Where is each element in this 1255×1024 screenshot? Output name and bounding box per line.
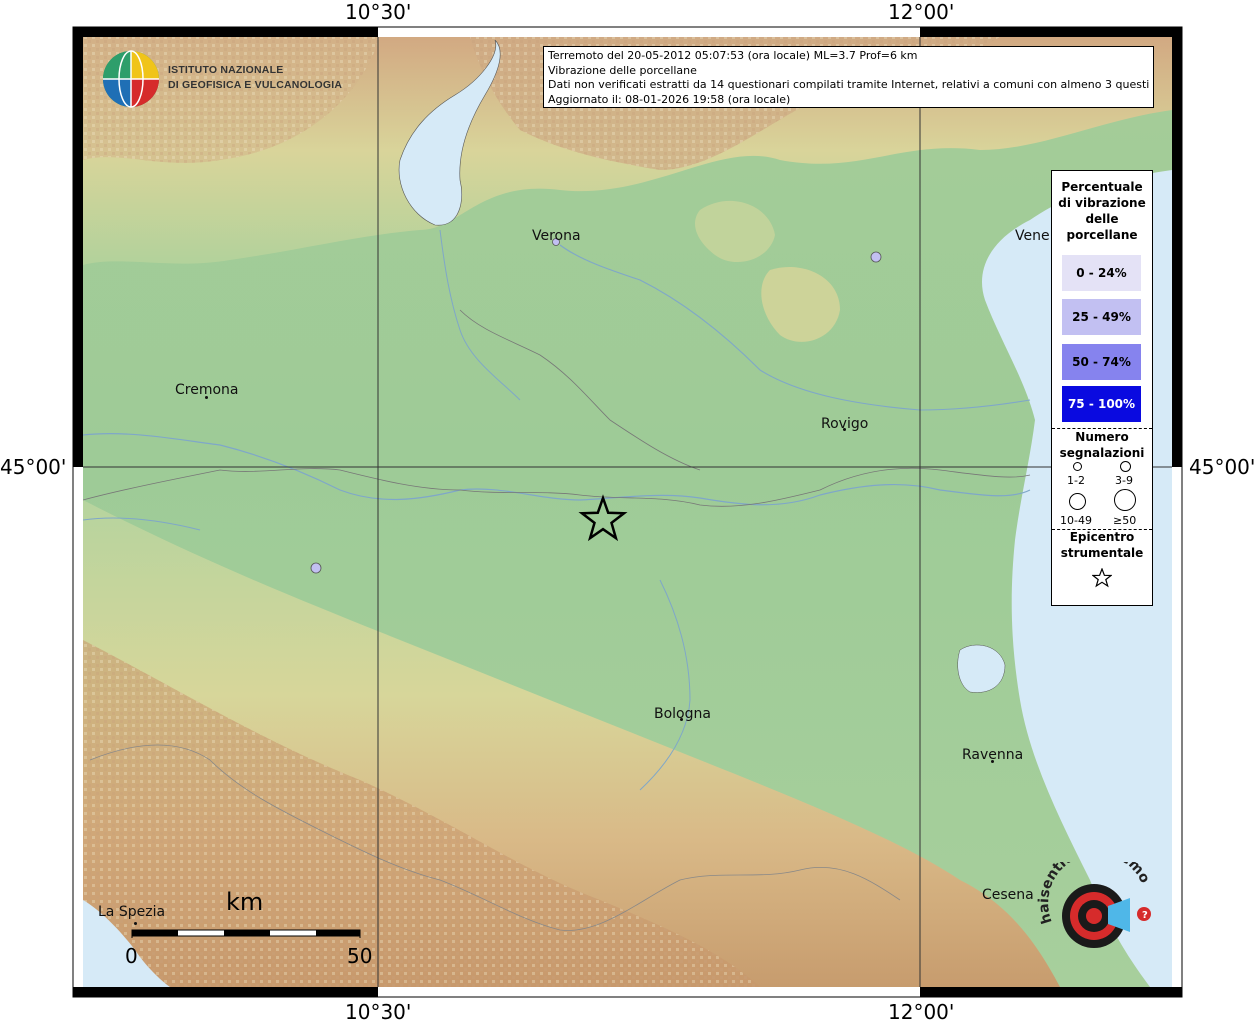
legend-epicenter-title-line: Epicentro xyxy=(1069,530,1135,544)
event-info-line: Aggiornato il: 08-01-2026 19:58 (ora loc… xyxy=(548,92,791,106)
legend-count-10-49: 10-49 xyxy=(1060,514,1092,527)
legend-title-line: delle xyxy=(1085,212,1119,226)
axis-label-left-lat: 45°00' xyxy=(0,455,67,479)
legend-title-line: Percentuale xyxy=(1061,180,1143,194)
event-info-line: Terremoto del 20-05-2012 05:07:53 (ora l… xyxy=(548,49,918,62)
legend-class-0-24: 0 - 24% xyxy=(1062,255,1141,291)
axis-label-bottom-lon1: 10°30' xyxy=(345,1000,412,1024)
legend-title-line: porcellane xyxy=(1066,228,1138,242)
legend-circle-medium-icon xyxy=(1120,461,1131,472)
svg-text:?: ? xyxy=(1142,910,1148,921)
axis-label-top-lon2: 12°00' xyxy=(888,0,955,24)
event-info-line: Vibrazione delle porcellane xyxy=(548,63,697,77)
legend-circle-xlarge-icon xyxy=(1114,489,1136,511)
observation-point xyxy=(310,562,322,574)
observation-point xyxy=(870,251,882,263)
legend-epicenter-title-line: strumentale xyxy=(1060,546,1144,560)
event-info-box: Terremoto del 20-05-2012 05:07:53 (ora l… xyxy=(543,46,1154,108)
scale-bar-start: 0 xyxy=(125,944,138,968)
haisentito-logo-icon: ? haisentitoilterremoto.it xyxy=(1027,842,1153,948)
legend-count-1-2: 1-2 xyxy=(1067,474,1085,487)
city-marker xyxy=(205,396,208,399)
legend-count-50-plus: ≥50 xyxy=(1113,514,1137,527)
haisentito-logo: ? haisentitoilterremoto.it xyxy=(1027,842,1162,972)
event-info-line: Dati non verificati estratti da 14 quest… xyxy=(548,78,1149,91)
scale-bar-end: 50 xyxy=(347,944,373,968)
axis-label-right-lat: 45°00' xyxy=(1189,455,1255,479)
ingv-logo-line1: ISTITUTO NAZIONALE xyxy=(168,64,284,76)
city-label-cesena: Cesena xyxy=(982,887,1034,903)
ingv-globe-icon xyxy=(103,50,159,108)
legend-class-25-49: 25 - 49% xyxy=(1062,299,1141,335)
legend-title-line: di vibrazione xyxy=(1058,196,1146,210)
city-label-venezia: Vene xyxy=(1015,228,1050,244)
city-marker xyxy=(843,428,846,431)
legend-class-75-100: 75 - 100% xyxy=(1062,386,1141,422)
scale-bar-unit: km xyxy=(226,888,264,916)
axis-label-bottom-lon2: 12°00' xyxy=(888,1000,955,1024)
city-label-la-spezia: La Spezia xyxy=(98,904,166,920)
legend: Percentuale di vibrazione delle porcella… xyxy=(1051,170,1153,606)
city-marker xyxy=(134,922,137,925)
legend-count-3-9: 3-9 xyxy=(1115,474,1133,487)
city-marker xyxy=(991,760,994,763)
ingv-logo: ISTITUTO NAZIONALE DI GEOFISICA E VULCAN… xyxy=(100,48,342,110)
axis-label-top-lon1: 10°30' xyxy=(345,0,412,24)
legend-count-title-line: segnalazioni xyxy=(1059,446,1145,460)
legend-star-icon xyxy=(1092,568,1112,588)
legend-count-title-line: Numero xyxy=(1075,430,1129,444)
legend-circle-small-icon xyxy=(1073,462,1082,471)
legend-class-50-74: 50 - 74% xyxy=(1062,344,1141,380)
ingv-logo-line2: DI GEOFISICA E VULCANOLOGIA xyxy=(168,79,343,91)
legend-circle-large-icon xyxy=(1069,493,1086,510)
city-label-verona: Verona xyxy=(532,228,581,244)
city-marker xyxy=(680,718,683,721)
